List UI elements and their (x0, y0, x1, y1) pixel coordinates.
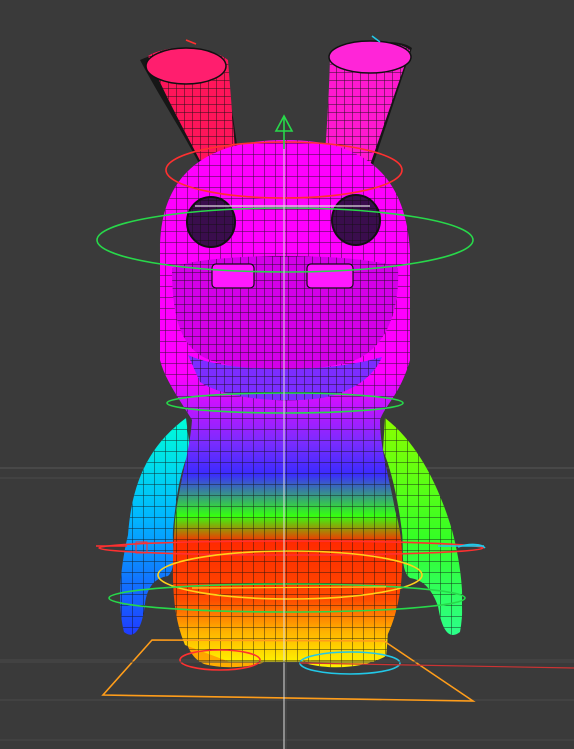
left-eye[interactable] (186, 196, 236, 248)
mouth[interactable] (172, 256, 399, 401)
right-eye[interactable] (331, 194, 381, 246)
3d-viewport[interactable] (0, 0, 574, 749)
viewport-canvas[interactable] (0, 0, 574, 749)
